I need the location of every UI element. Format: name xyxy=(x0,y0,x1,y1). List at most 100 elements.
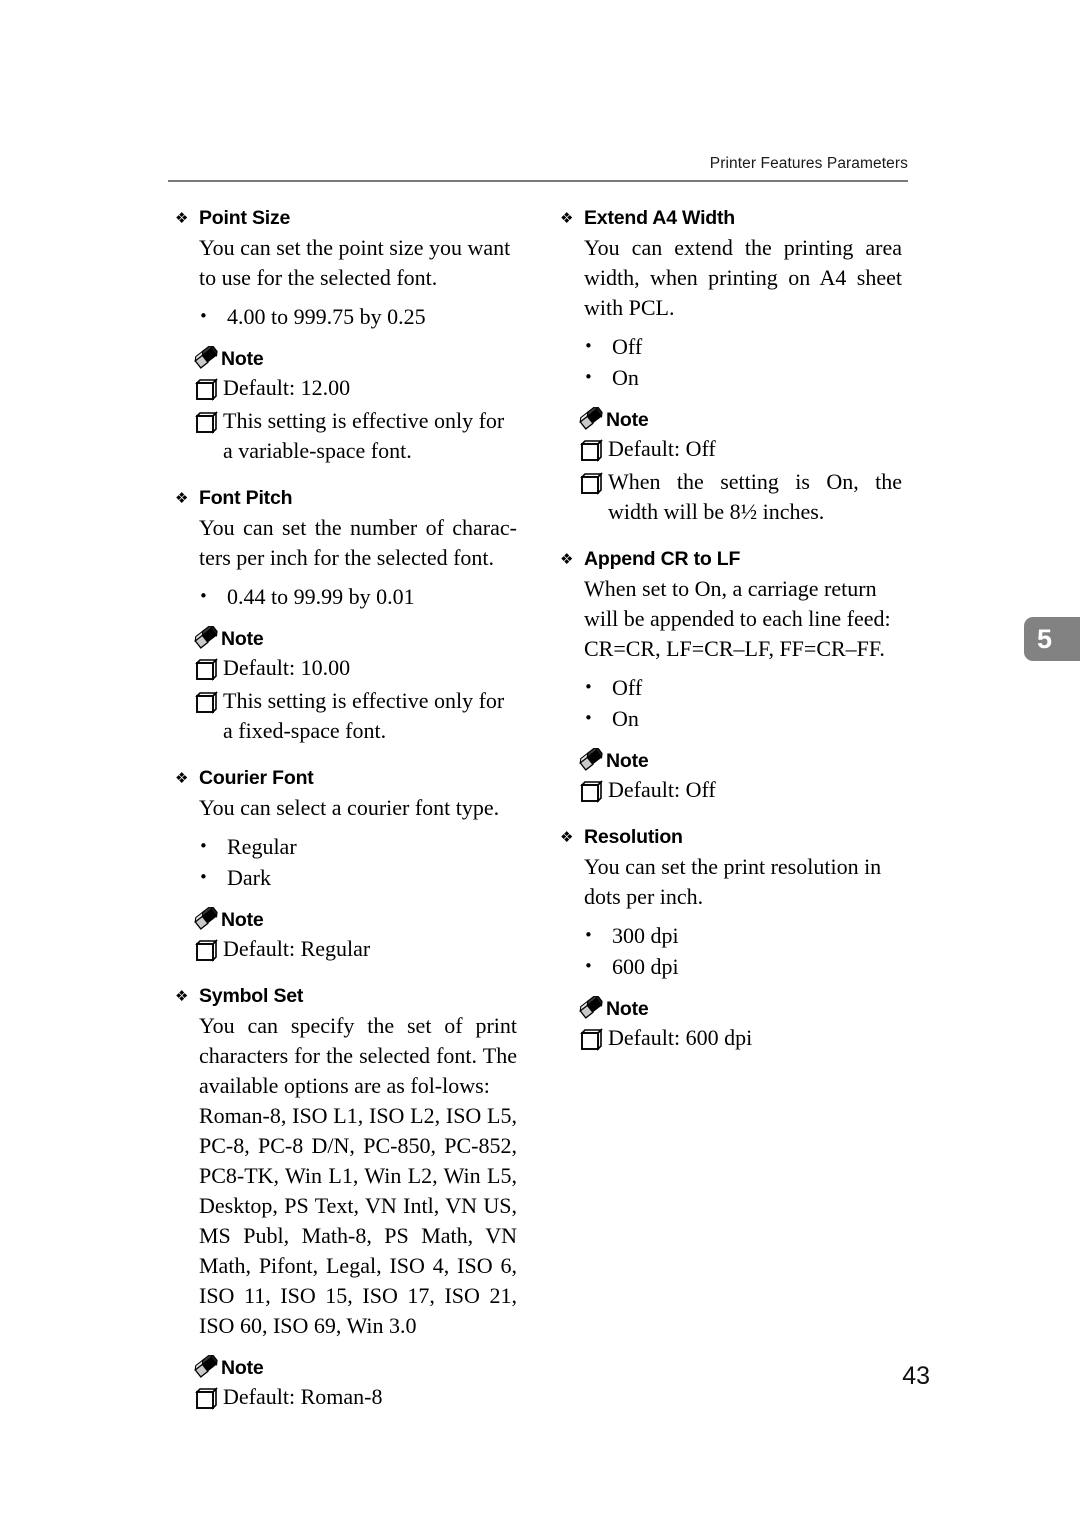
diamond-bullet-icon: ❖ xyxy=(560,550,574,568)
note-item: Default: 12.00 xyxy=(193,373,517,403)
note-heading: Note xyxy=(193,342,517,372)
round-bullet-icon: • xyxy=(584,678,593,696)
diamond-bullet-icon: ❖ xyxy=(175,489,189,507)
list-item: • Off xyxy=(584,672,902,703)
round-bullet-icon: • xyxy=(584,926,593,944)
note-list: Default: 10.00 This setting is effective… xyxy=(175,653,517,746)
section-title: Extend A4 Width xyxy=(584,207,736,229)
list-item: • 0.44 to 99.99 by 0.01 xyxy=(199,581,517,612)
list-item: • 300 dpi xyxy=(584,920,902,951)
option-label: On xyxy=(612,365,639,390)
note-square-icon xyxy=(193,377,223,403)
option-list: • 300 dpi • 600 dpi xyxy=(560,920,902,982)
round-bullet-icon: • xyxy=(584,368,593,386)
list-item: • Off xyxy=(584,331,902,362)
note-list: Default: Regular xyxy=(175,934,517,964)
option-list: • 0.44 to 99.99 by 0.01 xyxy=(175,581,517,612)
option-label: Regular xyxy=(227,834,297,859)
round-bullet-icon: • xyxy=(199,868,208,886)
section-heading-courier-font: ❖ Courier Font xyxy=(175,765,517,792)
note-text: Default: Regular xyxy=(223,936,371,961)
running-header: Printer Features Parameters xyxy=(709,155,908,172)
note-text: Default: Off xyxy=(608,777,716,802)
diamond-bullet-icon: ❖ xyxy=(175,987,189,1005)
option-label: 0.44 to 99.99 by 0.01 xyxy=(227,584,415,609)
document-page: Printer Features Parameters 5 ❖ Point Si… xyxy=(0,0,1080,1528)
note-item: Default: Regular xyxy=(193,934,517,964)
note-label: Note xyxy=(606,409,649,431)
note-item: When the setting is On, the width will b… xyxy=(578,467,902,527)
section-body: You can extend the printing area width, … xyxy=(584,235,902,320)
note-label: Note xyxy=(221,628,264,650)
note-list: Default: Off xyxy=(560,775,902,805)
section-heading-extend-a4-width: ❖ Extend A4 Width xyxy=(560,205,902,232)
section-title: Courier Font xyxy=(199,767,314,789)
left-column: ❖ Point Size You can set the point size … xyxy=(175,205,517,1412)
note-heading: Note xyxy=(578,403,902,433)
list-item: • Dark xyxy=(199,862,517,893)
section-body: When set to On, a carriage return will b… xyxy=(584,576,891,661)
option-label: 4.00 to 999.75 by 0.25 xyxy=(227,304,426,329)
round-bullet-icon: • xyxy=(199,837,208,855)
option-list: • Off • On xyxy=(560,672,902,734)
section-body: You can set the number of charac-ters pe… xyxy=(199,515,517,570)
note-heading: Note xyxy=(193,622,517,652)
section-title: Append CR to LF xyxy=(584,548,741,570)
note-item: This setting is effective only for a var… xyxy=(193,406,517,466)
note-text: Default: 12.00 xyxy=(223,375,351,400)
option-list: • Regular • Dark xyxy=(175,831,517,893)
note-item: This setting is effective only for a fix… xyxy=(193,686,517,746)
note-heading: Note xyxy=(578,744,902,774)
note-heading: Note xyxy=(193,903,517,933)
section-body: You can set the print resolution in dots… xyxy=(584,854,882,909)
note-text: This setting is effective only for a fix… xyxy=(223,688,505,743)
note-square-icon xyxy=(578,438,608,464)
list-item: • On xyxy=(584,362,902,393)
note-item: Default: Off xyxy=(578,434,902,464)
round-bullet-icon: • xyxy=(584,337,593,355)
option-label: 600 dpi xyxy=(612,954,679,979)
section-heading-symbol-set: ❖ Symbol Set xyxy=(175,983,517,1010)
section-heading-resolution: ❖ Resolution xyxy=(560,824,902,851)
note-text: Default: 600 dpi xyxy=(608,1025,753,1050)
option-list: • 4.00 to 999.75 by 0.25 xyxy=(175,301,517,332)
header-rule xyxy=(168,180,908,182)
diamond-bullet-icon: ❖ xyxy=(560,209,574,227)
section-title: Font Pitch xyxy=(199,487,293,509)
symbol-set-options-text: Roman-8, ISO L1, ISO L2, ISO L5, PC-8, P… xyxy=(199,1103,517,1338)
note-item: Default: Off xyxy=(578,775,902,805)
section-heading-point-size: ❖ Point Size xyxy=(175,205,517,232)
note-label: Note xyxy=(606,750,649,772)
section-body: You can select a courier font type. xyxy=(199,795,500,820)
section-heading-font-pitch: ❖ Font Pitch xyxy=(175,485,517,512)
note-item: Default: 600 dpi xyxy=(578,1023,902,1053)
section-heading-append-cr-to-lf: ❖ Append CR to LF xyxy=(560,546,902,573)
diamond-bullet-icon: ❖ xyxy=(175,209,189,227)
section-title: Resolution xyxy=(584,826,683,848)
option-label: On xyxy=(612,706,639,731)
note-square-icon xyxy=(578,779,608,805)
diamond-bullet-icon: ❖ xyxy=(560,828,574,846)
note-label: Note xyxy=(221,909,264,931)
note-text: Default: Off xyxy=(608,436,716,461)
option-list: • Off • On xyxy=(560,331,902,393)
pencil-icon xyxy=(193,622,221,650)
note-label: Note xyxy=(221,348,264,370)
note-text: Default: 10.00 xyxy=(223,655,351,680)
round-bullet-icon: • xyxy=(199,587,208,605)
round-bullet-icon: • xyxy=(584,709,593,727)
note-list: Default: Off When the setting is On, the… xyxy=(560,434,902,527)
note-square-icon xyxy=(193,410,223,436)
note-text: This setting is effective only for a var… xyxy=(223,408,505,463)
pencil-icon xyxy=(193,342,221,370)
note-square-icon xyxy=(193,938,223,964)
option-label: Dark xyxy=(227,865,271,890)
list-item: • Regular xyxy=(199,831,517,862)
note-text: When the setting is On, the width will b… xyxy=(608,469,902,524)
note-list: Default: 12.00 This setting is effective… xyxy=(175,373,517,466)
list-item: • 600 dpi xyxy=(584,951,902,982)
chapter-number-tab: 5 xyxy=(1024,617,1080,661)
note-square-icon xyxy=(578,471,608,497)
option-label: 300 dpi xyxy=(612,923,679,948)
list-item: • 4.00 to 999.75 by 0.25 xyxy=(199,301,517,332)
